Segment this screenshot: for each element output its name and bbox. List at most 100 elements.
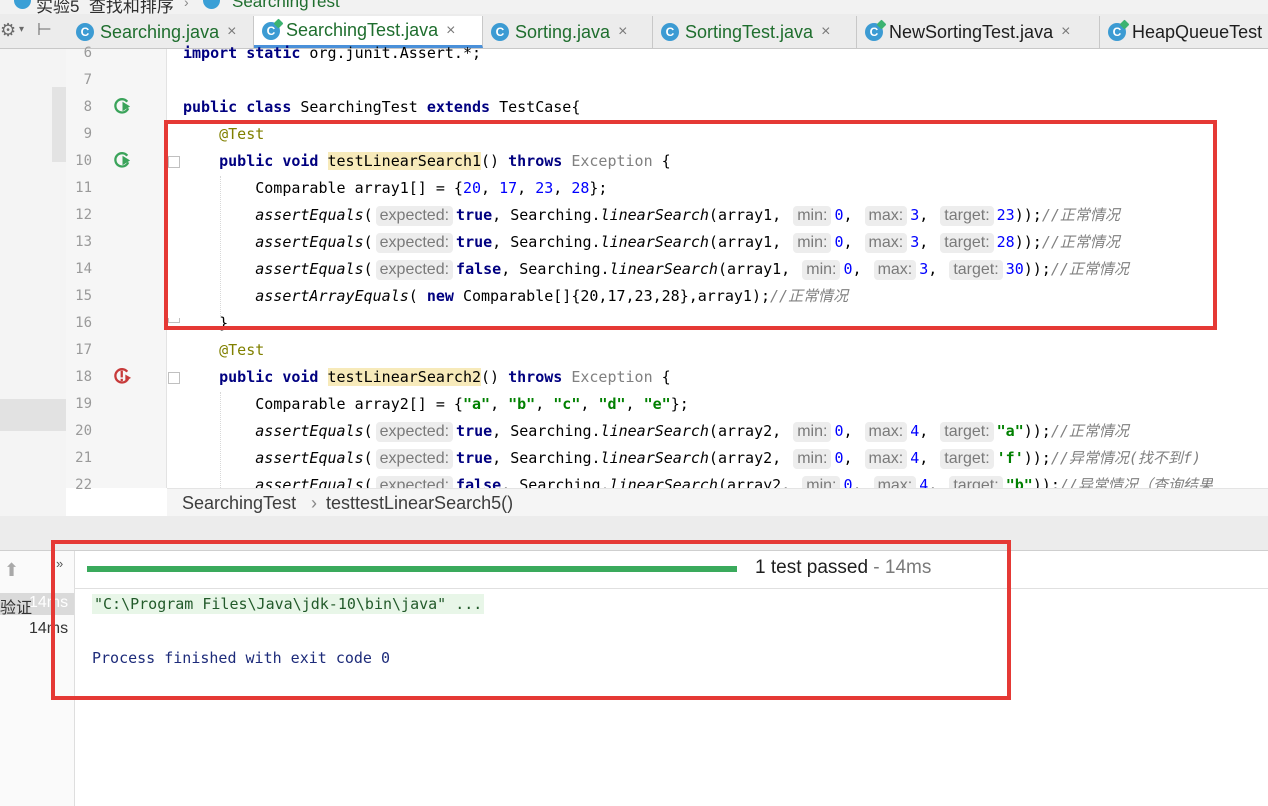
param-hint: expected:: [375, 476, 454, 488]
run-test-icon[interactable]: [113, 96, 132, 115]
tab-label: HeapQueueTest: [1132, 21, 1263, 42]
line-number: 13: [75, 234, 92, 250]
string: "e": [643, 395, 671, 413]
kw: public: [219, 368, 274, 386]
param-hint: target:: [940, 422, 994, 442]
code-line-21[interactable]: assertEquals(expected: true, Searching.li…: [183, 447, 1201, 469]
test-class-icon: C: [865, 23, 883, 41]
fold-marker-icon[interactable]: [168, 372, 180, 384]
annotation: @Test: [219, 341, 265, 359]
close-icon[interactable]: ×: [821, 23, 830, 41]
code-line-17[interactable]: @Test: [183, 339, 264, 361]
param-hint: target:: [940, 449, 994, 469]
line-number: 18: [75, 369, 92, 385]
line-number: 16: [75, 315, 92, 331]
code-line-6[interactable]: import static org.junit.Assert.*;: [183, 42, 481, 64]
number: 0: [843, 476, 853, 488]
code-line-20[interactable]: assertEquals(expected: true, Searching.li…: [183, 420, 1129, 442]
method-name: testLinearSearch2: [327, 368, 482, 386]
code-line-22[interactable]: assertEquals(expected: false, Searching.l…: [183, 474, 1213, 488]
code-breadcrumb: SearchingTest › testtestLinearSearch5(): [167, 488, 1268, 517]
line-number: 9: [83, 126, 92, 142]
line-number: 21: [75, 450, 92, 466]
tab-label: NewSortingTest.java: [889, 21, 1054, 42]
pin-icon[interactable]: ⊢: [37, 20, 52, 40]
number: 4: [910, 422, 920, 440]
line-number: 22: [75, 477, 92, 493]
tab-sorting[interactable]: C Sorting.java ×: [483, 16, 653, 48]
code-text: (array2,: [708, 422, 791, 440]
class-icon: C: [491, 23, 509, 41]
line-number: 12: [75, 207, 92, 223]
string: "a": [996, 422, 1024, 440]
tab-label: Searching.java: [100, 21, 220, 42]
string: 'f': [996, 449, 1024, 467]
tab-label: SortingTest.java: [685, 21, 814, 42]
test-class-icon: C: [262, 21, 280, 40]
param-hint: max:: [864, 422, 908, 442]
run-test-icon[interactable]: [113, 150, 132, 169]
param-hint: max:: [873, 476, 917, 488]
line-number: 7: [83, 72, 92, 88]
class-icon: [203, 0, 220, 9]
param-hint: target:: [949, 476, 1003, 488]
method-call: linearSearch: [600, 422, 709, 440]
code-text: Searching.: [510, 476, 610, 488]
breadcrumb-file[interactable]: SearchingTest: [232, 0, 340, 12]
comment: //异常情况（查询结果: [1059, 476, 1213, 488]
class-icon: C: [76, 23, 94, 41]
line-number: 14: [75, 261, 92, 277]
code-line-18[interactable]: public void testLinearSearch2() throws E…: [183, 366, 671, 388]
line-number: 20: [75, 423, 92, 439]
tab-heap-queue-test[interactable]: C HeapQueueTest: [1100, 16, 1268, 48]
string: "b": [1005, 476, 1033, 488]
kw: import: [183, 44, 238, 62]
test-tree-label[interactable]: 验证: [0, 594, 32, 618]
breadcrumb-method[interactable]: testtestLinearSearch5(): [326, 493, 513, 514]
number: 0: [834, 449, 844, 467]
number: 4: [919, 476, 929, 488]
code-line-8[interactable]: public class SearchingTest extends TestC…: [183, 96, 580, 118]
param-hint: min:: [793, 422, 832, 442]
method-call: linearSearch: [600, 449, 709, 467]
kw: public: [183, 98, 238, 116]
up-arrow-icon[interactable]: ⬆: [4, 560, 19, 581]
kw: class: [246, 98, 292, 116]
code-text: (array2,: [717, 476, 800, 488]
close-icon[interactable]: ×: [618, 23, 627, 41]
comment: //异常情况(找不到f): [1050, 449, 1201, 467]
breadcrumb-project[interactable]: 实验5_查找和排序: [36, 0, 174, 14]
test-class-icon: C: [1108, 23, 1126, 41]
kw: extends: [426, 98, 491, 116]
close-icon[interactable]: ×: [227, 23, 236, 41]
code-line-19[interactable]: Comparable array2[] = {"a", "b", "c", "d…: [183, 393, 689, 415]
scroll-track: [52, 87, 66, 162]
line-number: 6: [83, 45, 92, 61]
code-text: (array2,: [708, 449, 791, 467]
code-text: Searching.: [501, 449, 601, 467]
method-call: linearSearch: [609, 476, 718, 488]
gear-icon[interactable]: ⚙: [0, 20, 16, 41]
line-number: 15: [75, 288, 92, 304]
tab-new-sorting-test[interactable]: C NewSortingTest.java ×: [857, 16, 1100, 48]
kw: void: [282, 368, 319, 386]
top-breadcrumb: 实验5_查找和排序 › SearchingTest: [0, 0, 1268, 14]
line-number: 17: [75, 342, 92, 358]
line-number: 11: [75, 180, 92, 196]
code-text: SearchingTest: [291, 98, 427, 116]
test-error-icon[interactable]: [113, 366, 132, 385]
kw: true: [456, 422, 493, 440]
line-number: 8: [83, 99, 92, 115]
close-icon[interactable]: ×: [1061, 23, 1070, 41]
param-hint: expected:: [375, 449, 454, 469]
chevron-down-icon[interactable]: ▾: [19, 24, 24, 35]
tab-sorting-test[interactable]: C SortingTest.java ×: [653, 16, 857, 48]
param-hint: min:: [793, 449, 832, 469]
param-hint: expected:: [375, 422, 454, 442]
breadcrumb-class[interactable]: SearchingTest: [182, 493, 296, 514]
kw: true: [456, 449, 493, 467]
kw: throws: [508, 368, 563, 386]
close-icon[interactable]: ×: [446, 22, 455, 40]
line-number: 19: [75, 396, 92, 412]
code-text: Comparable array2[] = {: [255, 395, 463, 413]
